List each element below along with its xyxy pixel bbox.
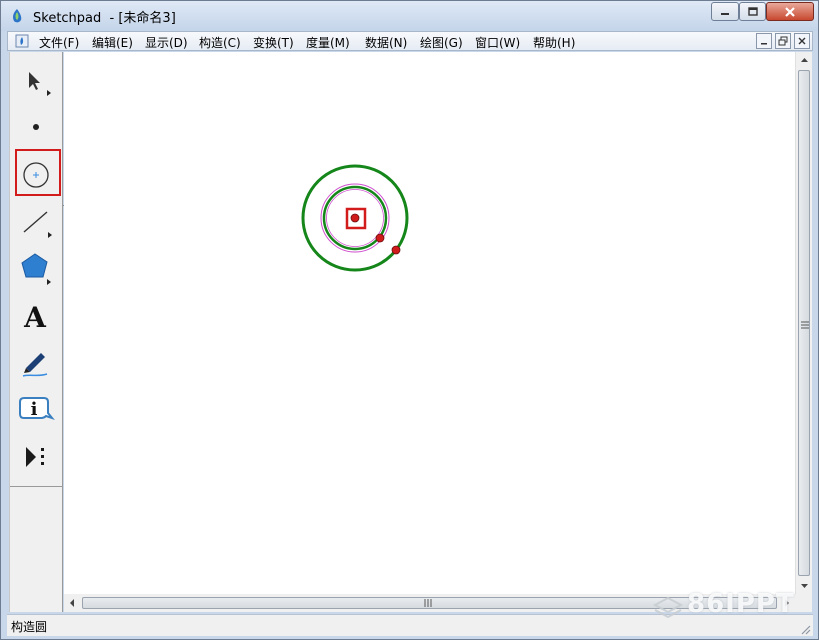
menu-edit[interactable]: 编辑(E) xyxy=(92,34,133,51)
maximize-button[interactable] xyxy=(739,2,766,21)
menu-data[interactable]: 数据(N) xyxy=(365,34,407,51)
inner-radius-point[interactable] xyxy=(375,233,385,243)
menu-construct[interactable]: 构造(C) xyxy=(199,34,241,51)
minimize-button[interactable] xyxy=(711,2,739,21)
menu-file[interactable]: 文件(F) xyxy=(39,34,79,51)
polygon-tool[interactable] xyxy=(10,246,63,290)
sketch-canvas[interactable] xyxy=(64,52,795,594)
minimize-icon xyxy=(761,43,767,45)
selected-tool-highlight xyxy=(15,149,61,196)
menu-transform[interactable]: 变换(T) xyxy=(253,34,294,51)
svg-text:A: A xyxy=(23,301,47,334)
svg-text:i: i xyxy=(31,399,38,420)
point-tool[interactable] xyxy=(10,106,63,150)
point-icon xyxy=(33,124,39,130)
document-icon[interactable] xyxy=(15,34,29,48)
straightedge-tool[interactable] xyxy=(10,200,63,244)
selection-arrow-tool[interactable] xyxy=(10,60,63,104)
custom-tool[interactable] xyxy=(10,436,63,480)
close-button[interactable] xyxy=(766,2,814,21)
title-bar[interactable]: Sketchpad - [未命名3] xyxy=(1,1,818,31)
pentagon-icon xyxy=(21,253,51,285)
text-tool[interactable]: A xyxy=(10,294,63,338)
close-icon xyxy=(798,37,806,45)
menu-window[interactable]: 窗口(W) xyxy=(475,34,520,51)
scroll-up-arrow-icon[interactable] xyxy=(796,52,813,68)
menu-measure[interactable]: 度量(M) xyxy=(306,34,350,51)
outer-radius-point[interactable] xyxy=(391,245,401,255)
sketchpad-app-icon xyxy=(13,9,22,23)
sketchpad-window: Sketchpad - [未命名3] 文件(F) 编辑(E) 显示(D) 构造(… xyxy=(0,0,819,640)
line-icon xyxy=(23,211,52,238)
maximize-icon xyxy=(747,7,758,16)
menu-help[interactable]: 帮助(H) xyxy=(533,34,575,51)
minimize-icon xyxy=(721,12,729,15)
toolbox: A i xyxy=(9,52,63,612)
scroll-left-arrow-icon[interactable] xyxy=(64,594,80,612)
center-point[interactable] xyxy=(350,213,360,223)
window-title: Sketchpad - [未命名3] xyxy=(33,11,176,26)
doc-minimize-button[interactable] xyxy=(756,33,772,49)
restore-icon xyxy=(778,36,788,46)
marker-pen-icon xyxy=(22,353,48,377)
vertical-scrollbar[interactable] xyxy=(795,52,812,594)
watermark-text: 86IPPT xyxy=(687,589,795,619)
text-a-icon: A xyxy=(23,301,47,334)
menu-display[interactable]: 显示(D) xyxy=(145,34,188,51)
grip-icon xyxy=(801,321,809,329)
status-text: 构造圆 xyxy=(11,620,48,634)
close-icon xyxy=(785,6,795,17)
toolbox-bottom-divider xyxy=(10,486,63,487)
menu-graph[interactable]: 绘图(G) xyxy=(420,34,463,51)
menu-bar: 文件(F) 编辑(E) 显示(D) 构造(C) 变换(T) 度量(M) 数据(N… xyxy=(7,31,813,51)
marker-tool[interactable] xyxy=(10,340,63,384)
doc-close-button[interactable] xyxy=(794,33,810,49)
info-icon: i xyxy=(19,397,55,421)
arrow-icon xyxy=(29,72,51,96)
watermark: 86IPPT xyxy=(649,589,814,623)
play-more-icon xyxy=(26,447,44,467)
doc-restore-button[interactable] xyxy=(775,33,791,49)
watermark-logo-icon xyxy=(652,596,684,619)
information-tool[interactable]: i xyxy=(10,388,63,432)
vertical-scroll-thumb[interactable] xyxy=(798,70,810,576)
resize-grip-icon[interactable] xyxy=(799,623,811,635)
sketch-drawing xyxy=(301,164,409,272)
grip-icon xyxy=(424,599,432,607)
